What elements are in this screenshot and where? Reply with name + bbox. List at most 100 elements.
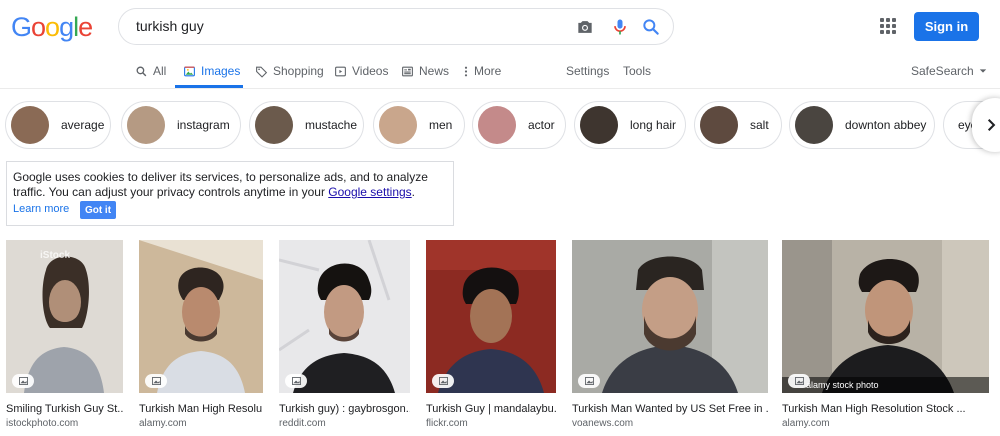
chevron-right-icon (987, 119, 996, 131)
tab-shopping[interactable]: Shopping (255, 63, 324, 79)
got-it-button[interactable]: Got it (80, 201, 116, 219)
result-title[interactable]: Turkish Man Wanted by US Set Free in ... (572, 403, 768, 415)
result-source: reddit.com (279, 418, 326, 429)
chip-thumbnail (11, 106, 49, 144)
portrait-image (6, 240, 123, 393)
google-settings-link[interactable]: Google settings (328, 185, 411, 199)
result-source: istockphoto.com (6, 418, 79, 429)
chip-label: mustache (305, 118, 358, 132)
search-icon[interactable] (641, 17, 661, 37)
chip-men[interactable]: men (373, 101, 465, 149)
chip-average[interactable]: average (5, 101, 111, 149)
chip-thumbnail (580, 106, 618, 144)
chip-label: salt (750, 118, 769, 132)
result-source: alamy.com (782, 418, 830, 429)
tab-images[interactable]: Images (183, 63, 240, 79)
image-badge-icon (432, 374, 454, 388)
tab-videos[interactable]: Videos (334, 63, 388, 79)
image-badge-icon (578, 374, 600, 388)
search-icon (136, 66, 147, 76)
more-vert-icon (464, 66, 468, 76)
portrait-image (279, 240, 410, 393)
tab-more[interactable]: More (463, 63, 501, 79)
watermark: iStock (40, 250, 71, 261)
caret-down-icon (979, 69, 986, 73)
tag-icon (256, 66, 268, 78)
logo-letter: o (31, 12, 46, 42)
chip-salt[interactable]: salt (694, 101, 782, 149)
logo-letter: g (59, 12, 74, 42)
chip-thumbnail (127, 106, 165, 144)
chip-label: long hair (630, 118, 677, 132)
logo-letter: G (11, 12, 32, 42)
chip-actor[interactable]: actor (472, 101, 566, 149)
header-divider (0, 88, 1000, 89)
image-result[interactable]: Turkish Guy | mandalaybu... flickr.com (426, 240, 556, 429)
chip-label: men (429, 118, 453, 132)
result-title[interactable]: Turkish Guy | mandalaybu... (426, 403, 556, 415)
result-title[interactable]: Turkish Man High Resolution Stock ... (782, 403, 989, 415)
chip-label: average (61, 118, 105, 132)
search-input[interactable] (136, 18, 536, 34)
image-result[interactable]: alamy stock photo Turkish Man High Resol… (782, 240, 989, 429)
portrait-image (572, 240, 768, 393)
tab-more-label: More (474, 64, 502, 78)
search-tabs: All Images Shopping Videos News More Set… (0, 63, 1000, 87)
cookie-notice: Google uses cookies to deliver its servi… (6, 161, 454, 226)
safesearch-dropdown[interactable]: SafeSearch (911, 63, 987, 79)
learn-more-link[interactable]: Learn more (13, 203, 69, 215)
apps-grid-icon[interactable] (880, 18, 896, 34)
chip-long-hair[interactable]: long hair (574, 101, 686, 149)
video-icon (335, 66, 346, 76)
image-result[interactable]: iStock Smiling Turkish Guy St... istockp… (6, 240, 123, 429)
image-badge-icon (145, 374, 167, 388)
result-title[interactable]: Turkish guy) : gaybrosgon... (279, 403, 410, 415)
image-result[interactable]: Turkish Man Wanted by US Set Free in ...… (572, 240, 768, 429)
chip-instagram[interactable]: instagram (121, 101, 241, 149)
chip-label: downton abbey (845, 118, 927, 132)
image-result[interactable]: Turkish guy) : gaybrosgon... reddit.com (279, 240, 410, 429)
portrait-image (139, 240, 263, 393)
image-badge-icon (12, 374, 34, 388)
chip-label: actor (528, 118, 555, 132)
tab-all-label: All (153, 64, 167, 78)
tab-news[interactable]: News (401, 63, 449, 79)
portrait-image (426, 240, 556, 393)
image-result[interactable]: Turkish Man High Resolu... alamy.com (139, 240, 263, 429)
camera-icon[interactable] (575, 17, 595, 37)
result-thumbnail[interactable]: iStock (6, 240, 123, 393)
result-thumbnail[interactable] (426, 240, 556, 393)
tab-videos-label: Videos (352, 64, 389, 78)
safesearch-label: SafeSearch (911, 64, 974, 78)
tab-images-label: Images (201, 64, 241, 78)
image-icon (184, 66, 195, 76)
google-logo[interactable]: Google (11, 12, 93, 43)
result-thumbnail[interactable] (572, 240, 768, 393)
chip-mustache[interactable]: mustache (249, 101, 364, 149)
chip-thumbnail (795, 106, 833, 144)
chip-downton-abbey[interactable]: downton abbey (789, 101, 935, 149)
chip-thumbnail (379, 106, 417, 144)
image-badge-icon (788, 374, 810, 388)
cookie-text: Google uses cookies to deliver its servi… (13, 170, 428, 199)
result-title[interactable]: Turkish Man High Resolu... (139, 403, 263, 415)
chip-thumbnail (700, 106, 738, 144)
result-thumbnail[interactable] (279, 240, 410, 393)
chip-thumbnail (255, 106, 293, 144)
image-badge-icon (285, 374, 307, 388)
portrait-image (782, 240, 989, 393)
microphone-icon[interactable] (610, 17, 630, 37)
result-source: alamy.com (139, 418, 187, 429)
watermark-bar: alamy stock photo (782, 377, 989, 393)
settings-link[interactable]: Settings (566, 63, 609, 79)
sign-in-button[interactable]: Sign in (914, 12, 979, 41)
result-thumbnail[interactable]: alamy stock photo (782, 240, 989, 393)
logo-letter: e (78, 12, 93, 42)
tools-link[interactable]: Tools (623, 63, 651, 79)
result-thumbnail[interactable] (139, 240, 263, 393)
search-box (118, 8, 674, 45)
result-title[interactable]: Smiling Turkish Guy St... (6, 403, 123, 415)
tab-news-label: News (419, 64, 450, 78)
news-icon (402, 66, 413, 76)
tab-all[interactable]: All (135, 63, 166, 79)
